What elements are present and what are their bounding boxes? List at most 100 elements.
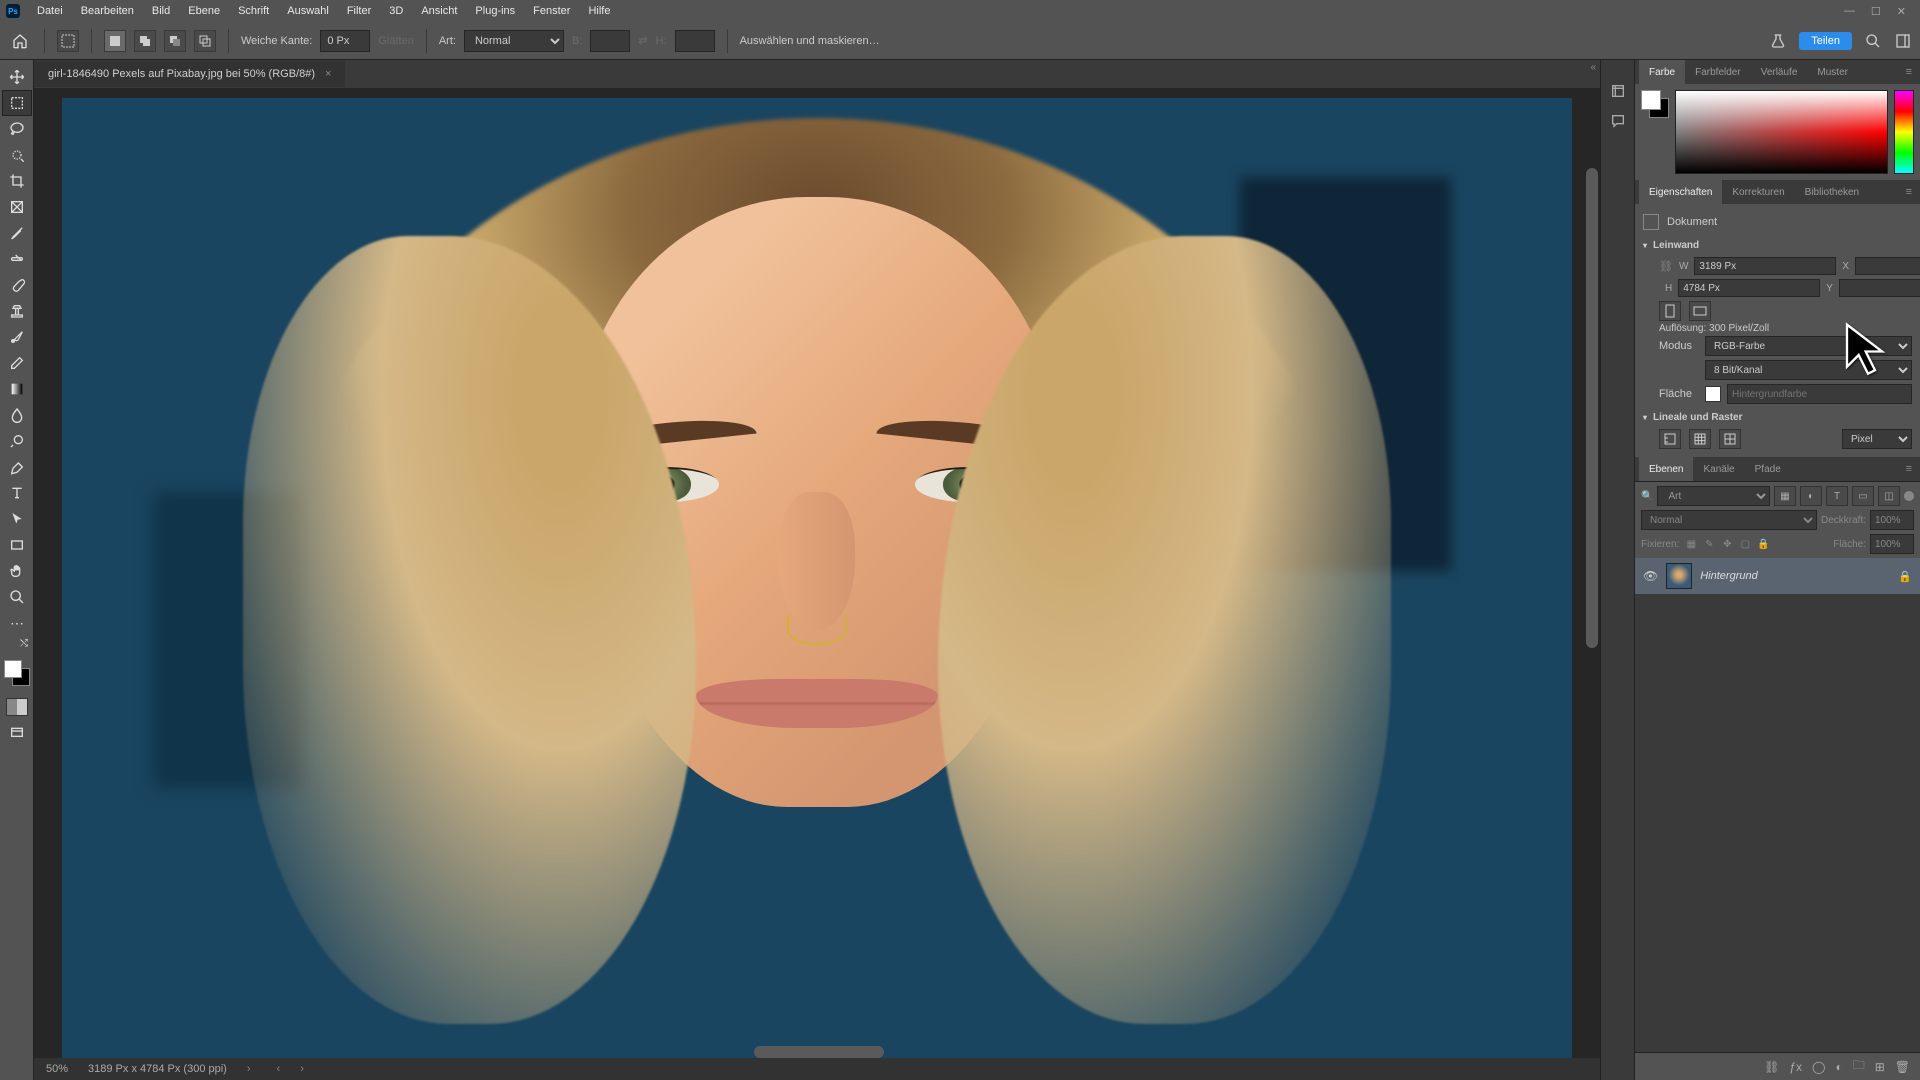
- menu-3d[interactable]: 3D: [380, 5, 412, 17]
- tool-preset-picker[interactable]: [57, 30, 79, 52]
- feather-input[interactable]: [320, 30, 370, 52]
- layer-name[interactable]: Hintergrund: [1700, 570, 1757, 582]
- marquee-tool[interactable]: [2, 90, 32, 116]
- type-tool[interactable]: [2, 480, 32, 506]
- workspace-icon[interactable]: [1894, 32, 1912, 50]
- search-icon[interactable]: [1864, 32, 1882, 50]
- fill-color-swatch[interactable]: [1705, 386, 1721, 402]
- tab-farbfelder[interactable]: Farbfelder: [1685, 60, 1751, 84]
- panel-fg-swatch[interactable]: [1641, 90, 1661, 110]
- gradient-tool[interactable]: [2, 376, 32, 402]
- vertical-scrollbar[interactable]: [1586, 168, 1598, 648]
- rulers-section-header[interactable]: Lineale und Raster: [1643, 406, 1912, 427]
- properties-panel-menu-icon[interactable]: ≡: [1902, 186, 1916, 198]
- brush-tool[interactable]: [2, 272, 32, 298]
- grid-icon[interactable]: [1689, 429, 1711, 449]
- history-panel-icon[interactable]: [1607, 80, 1629, 102]
- filter-smart-icon[interactable]: ◫: [1878, 486, 1900, 506]
- quick-mask-toggle[interactable]: [6, 698, 28, 716]
- tab-korrekturen[interactable]: Korrekturen: [1722, 180, 1794, 204]
- layer-mask-icon[interactable]: ◯: [1812, 1060, 1825, 1074]
- status-arrow-icon[interactable]: ›: [247, 1063, 251, 1075]
- style-select[interactable]: Normal: [464, 30, 564, 52]
- orientation-portrait-icon[interactable]: [1659, 301, 1681, 321]
- tab-ebenen[interactable]: Ebenen: [1639, 457, 1693, 481]
- menu-type[interactable]: Schrift: [229, 5, 278, 17]
- color-picker-field[interactable]: [1675, 90, 1888, 174]
- blur-tool[interactable]: [2, 402, 32, 428]
- layer-visibility-icon[interactable]: 👁: [1643, 569, 1658, 583]
- beaker-icon[interactable]: [1769, 32, 1787, 50]
- select-and-mask-button[interactable]: Auswählen und maskieren…: [740, 35, 880, 47]
- new-selection-icon[interactable]: [104, 30, 126, 52]
- filter-type-icon[interactable]: T: [1826, 486, 1848, 506]
- bit-depth-select[interactable]: 8 Bit/Kanal: [1705, 360, 1912, 380]
- swap-colors-icon[interactable]: ⤭: [2, 636, 32, 650]
- lock-pixels-icon[interactable]: ✎: [1701, 536, 1717, 552]
- close-tab-icon[interactable]: ×: [325, 68, 331, 80]
- menu-view[interactable]: Ansicht: [412, 5, 466, 17]
- layer-locked-icon[interactable]: 🔒: [1898, 570, 1912, 583]
- tab-kanaele[interactable]: Kanäle: [1693, 457, 1744, 481]
- window-maximize-icon[interactable]: ☐: [1871, 5, 1881, 18]
- layer-fill-input[interactable]: [1870, 534, 1914, 554]
- clone-stamp-tool[interactable]: [2, 298, 32, 324]
- panel-color-swatches[interactable]: [1641, 90, 1669, 118]
- lock-all-icon[interactable]: 🔒: [1755, 536, 1771, 552]
- menu-file[interactable]: Datei: [28, 5, 72, 17]
- canvas[interactable]: [62, 98, 1572, 1080]
- delete-layer-icon[interactable]: 🗑: [1895, 1060, 1910, 1074]
- lock-position-icon[interactable]: ✥: [1719, 536, 1735, 552]
- quick-select-tool[interactable]: [2, 142, 32, 168]
- menu-select[interactable]: Auswahl: [278, 5, 338, 17]
- lock-artboard-icon[interactable]: ▢: [1737, 536, 1753, 552]
- comments-panel-icon[interactable]: [1607, 110, 1629, 132]
- layers-panel-menu-icon[interactable]: ≡: [1902, 463, 1916, 475]
- new-layer-icon[interactable]: ⊞: [1875, 1060, 1885, 1074]
- rectangle-tool[interactable]: [2, 532, 32, 558]
- adjustment-layer-icon[interactable]: ◐: [1835, 1060, 1842, 1074]
- layer-fx-icon[interactable]: ƒx: [1789, 1060, 1802, 1074]
- ruler-icon[interactable]: [1659, 429, 1681, 449]
- menu-image[interactable]: Bild: [143, 5, 179, 17]
- healing-brush-tool[interactable]: [2, 246, 32, 272]
- canvas-height-input[interactable]: [1678, 279, 1820, 297]
- orientation-landscape-icon[interactable]: [1689, 301, 1711, 321]
- horizontal-scrollbar[interactable]: [754, 1046, 884, 1058]
- canvas-y-input[interactable]: [1839, 279, 1920, 297]
- tab-farbe[interactable]: Farbe: [1639, 60, 1685, 84]
- ruler-unit-select[interactable]: Pixel: [1842, 429, 1912, 449]
- menu-help[interactable]: Hilfe: [579, 5, 619, 17]
- history-brush-tool[interactable]: [2, 324, 32, 350]
- tab-muster[interactable]: Muster: [1807, 60, 1858, 84]
- layer-group-icon[interactable]: 🗀: [1853, 1056, 1865, 1077]
- subtract-selection-icon[interactable]: [164, 30, 186, 52]
- filter-pixel-icon[interactable]: ▦: [1774, 486, 1796, 506]
- link-wh-icon[interactable]: ⛓: [1659, 260, 1673, 273]
- foreground-color-swatch[interactable]: [4, 660, 22, 678]
- home-icon[interactable]: [8, 29, 32, 53]
- menu-filter[interactable]: Filter: [338, 5, 380, 17]
- filter-shape-icon[interactable]: ▭: [1852, 486, 1874, 506]
- menu-layer[interactable]: Ebene: [179, 5, 229, 17]
- lock-transparency-icon[interactable]: ▦: [1683, 536, 1699, 552]
- zoom-level[interactable]: 50%: [46, 1063, 68, 1075]
- blend-mode-select[interactable]: Normal: [1641, 510, 1817, 530]
- status-next-icon[interactable]: ›: [300, 1063, 304, 1075]
- move-tool[interactable]: [2, 64, 32, 90]
- tab-eigenschaften[interactable]: Eigenschaften: [1639, 180, 1722, 204]
- frame-tool[interactable]: [2, 194, 32, 220]
- canvas-section-header[interactable]: Leinwand: [1643, 234, 1912, 255]
- color-mode-select[interactable]: RGB-Farbe: [1705, 336, 1912, 356]
- crop-tool[interactable]: [2, 168, 32, 194]
- tab-pfade[interactable]: Pfade: [1745, 457, 1791, 481]
- dodge-tool[interactable]: [2, 428, 32, 454]
- menu-window[interactable]: Fenster: [524, 5, 579, 17]
- tab-bibliotheken[interactable]: Bibliotheken: [1795, 180, 1869, 204]
- menu-plugins[interactable]: Plug-ins: [466, 5, 524, 17]
- add-selection-icon[interactable]: [134, 30, 156, 52]
- guides-icon[interactable]: [1719, 429, 1741, 449]
- eraser-tool[interactable]: [2, 350, 32, 376]
- intersect-selection-icon[interactable]: [194, 30, 216, 52]
- opacity-input[interactable]: [1870, 510, 1914, 530]
